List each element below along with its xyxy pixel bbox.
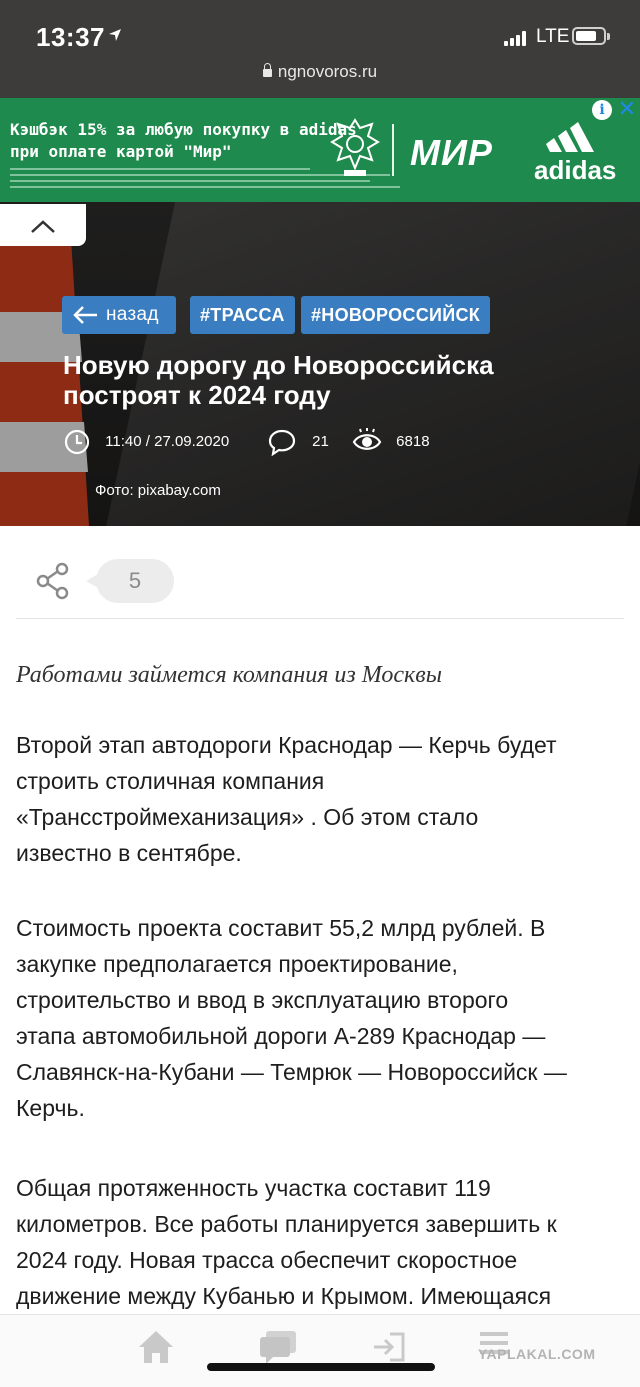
views-text: 6818 xyxy=(396,433,430,450)
divider xyxy=(16,618,624,619)
collapse-ad-button[interactable] xyxy=(0,204,86,246)
text-line: строительство и ввод в эксплуатацию втор… xyxy=(16,987,509,1013)
text-line: этапа автомобильной дороги А-289 Краснод… xyxy=(16,1023,546,1049)
comment-icon xyxy=(268,429,296,457)
text-line: Славянск-на-Кубани — Темрюк — Новороссий… xyxy=(16,1059,567,1085)
battery-icon xyxy=(572,27,610,45)
home-icon[interactable] xyxy=(137,1329,175,1365)
back-button[interactable]: назад xyxy=(62,296,176,334)
text-line: Второй этап автодороги Краснодар — Керчь… xyxy=(16,732,557,758)
ad-headline-2: при оплате картой "Мир" xyxy=(10,142,232,161)
article-paragraph: Второй этап автодороги Краснодар — Керчь… xyxy=(16,727,624,871)
share-icon[interactable] xyxy=(34,561,74,601)
adidas-stripes-icon xyxy=(546,122,594,152)
ad-close-button[interactable]: ✕ xyxy=(616,98,638,120)
text-line: «Трансстроймеханизация» . Об этом стало xyxy=(16,804,479,830)
chat-icon[interactable] xyxy=(258,1329,298,1365)
arrow-left-icon xyxy=(73,306,97,324)
article-paragraph: Общая протяженность участка составит 119… xyxy=(16,1170,624,1314)
back-label: назад xyxy=(106,304,159,325)
location-arrow-icon xyxy=(109,29,121,41)
adidas-wordmark: adidas xyxy=(534,155,617,185)
text-line: закупке предполагается проектирование, xyxy=(16,951,458,977)
article-datetime: 11:40 / 27.09.2020 xyxy=(63,428,229,456)
article-paragraph: Стоимость проекта составит 55,2 млрд руб… xyxy=(16,910,624,1126)
ad-divider xyxy=(392,124,394,176)
text-line: известно в сентябре. xyxy=(16,840,242,866)
emblem-logo xyxy=(330,118,380,176)
browser-chrome: 13:37 LTE ngnovoros.ru xyxy=(0,0,640,98)
url-text: ngnovoros.ru xyxy=(277,62,378,81)
article-title-line: Новую дорогу до Новороссийска xyxy=(63,350,494,380)
tag-trassa[interactable]: #ТРАССА xyxy=(190,296,295,334)
text-line: Стоимость проекта составит 55,2 млрд руб… xyxy=(16,915,546,941)
adidas-logo: adidas xyxy=(534,118,616,185)
text-line: 2024 году. Новая трасса обеспечит скорос… xyxy=(16,1247,518,1273)
address-bar[interactable]: ngnovoros.ru xyxy=(0,62,640,82)
mir-logo: МИР xyxy=(410,132,493,173)
article-lead: Работами займется компания из Москвы xyxy=(16,662,442,688)
datetime-text: 11:40 / 27.09.2020 xyxy=(105,433,230,450)
text-line: движение между Кубанью и Крымом. Имеющая… xyxy=(16,1283,552,1309)
text-line: Керчь. xyxy=(16,1095,85,1121)
text-line: строить столичная компания xyxy=(16,768,325,794)
ad-headline-1: Кэшбэк 15% за любую покупку в adidas xyxy=(10,120,357,139)
chevron-up-icon xyxy=(31,220,55,233)
comments-text: 21 xyxy=(312,433,329,450)
watermark: YAPLAKAL.COM xyxy=(478,1346,596,1362)
lock-icon xyxy=(262,63,272,77)
tag-novorossiysk[interactable]: #НОВОРОССИЙСК xyxy=(301,296,491,334)
share-count-badge: 5 xyxy=(86,559,174,603)
signal-icon xyxy=(504,30,532,46)
article-title-line: построят к 2024 году xyxy=(63,380,331,410)
clock-icon xyxy=(64,429,90,455)
view-count: 6818 xyxy=(352,428,430,456)
article-title: Новую дорогу до Новороссийска построят к… xyxy=(63,350,583,410)
status-time: 13:37 xyxy=(36,22,105,52)
eye-icon xyxy=(352,428,382,450)
text-line: километров. Все работы планируется завер… xyxy=(16,1211,557,1237)
ad-info-button[interactable]: i xyxy=(592,100,612,120)
home-indicator xyxy=(207,1363,435,1371)
photo-credit: Фото: pixabay.com xyxy=(95,482,221,499)
login-icon[interactable] xyxy=(372,1331,406,1363)
network-label: LTE xyxy=(536,26,570,47)
comment-count[interactable]: 21 xyxy=(268,428,329,457)
text-line: Общая протяженность участка составит 119 xyxy=(16,1175,491,1201)
